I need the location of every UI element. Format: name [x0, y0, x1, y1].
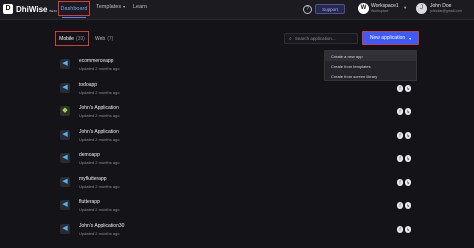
link-icon[interactable]: ↳ [405, 178, 411, 186]
search-icon: ⌕ [289, 35, 292, 42]
list-item[interactable]: ◀ John's Application30 Updated 2 months … [60, 220, 415, 244]
new-application-button[interactable]: New application ▾ [362, 31, 419, 45]
active-tab-indicator [62, 17, 86, 18]
app-name[interactable]: John's Application [79, 129, 119, 135]
support-button[interactable]: Support [315, 4, 345, 14]
app-updated: Updated 2 months ago [79, 136, 120, 142]
workspace-avatar[interactable]: W [358, 3, 369, 14]
help-icon[interactable]: ? [303, 5, 312, 14]
tab-mobile-label: Mobile [59, 35, 74, 42]
user-email: johndoe@gmail.com [430, 9, 462, 13]
nav-dashboard-label: Dashboard [60, 5, 88, 12]
link-icon[interactable]: ↳ [405, 108, 411, 115]
nav-templates-label: Templates [96, 4, 122, 10]
app-name[interactable]: myflutterapp [79, 176, 107, 182]
top-navbar: D DhiWise BETA Dashboard Templates ▾ Lear… [0, 0, 474, 20]
logo-text: DhiWise [16, 4, 48, 14]
beta-badge: BETA [49, 8, 58, 13]
app-tabs-row: Mobile (39) Web (7) ⌕ Search application… [0, 30, 474, 50]
search-placeholder: Search application... [294, 36, 336, 41]
chevron-down-icon: ▾ [409, 35, 412, 41]
support-label: Support [322, 6, 338, 12]
flutter-icon: ◀ [60, 129, 70, 140]
flutter-icon: ◀ [60, 200, 70, 210]
language-badge: f [397, 225, 403, 233]
tab-web-label: Web [95, 35, 106, 42]
app-name[interactable]: ecommerceapp [79, 58, 113, 64]
language-badge: f [397, 84, 403, 92]
search-input[interactable]: ⌕ Search application... [284, 33, 358, 44]
list-item[interactable]: ◆ John's Application Updated 2 months ag… [60, 102, 415, 126]
nav-learn-label: Learn [133, 4, 148, 10]
app-name[interactable]: John's Application30 [79, 223, 124, 229]
tab-mobile[interactable]: Mobile (39) [55, 31, 89, 46]
nav-learn[interactable]: Learn [133, 4, 147, 10]
app-name[interactable]: todoapp [79, 82, 97, 88]
workspace-chevron-icon[interactable]: ▾ [404, 5, 406, 11]
language-badge: f [397, 155, 403, 162]
logo-mark-icon: D [3, 4, 13, 14]
menu-item-create-from-screen-library[interactable]: Create from screen library [325, 71, 416, 81]
list-item[interactable]: ◀ myflutterapp Updated 2 months ago f ↳ [60, 173, 415, 197]
link-icon[interactable]: ↳ [405, 202, 411, 209]
chevron-down-icon: ▾ [123, 4, 126, 9]
user-avatar[interactable]: J [416, 3, 427, 14]
flutter-icon: ◀ [60, 153, 70, 163]
flutter-icon: ◀ [60, 82, 70, 93]
app-updated: Updated 2 months ago [79, 160, 120, 165]
list-item[interactable]: ◀ flutterapp Updated 2 months ago f ↳ [60, 196, 415, 220]
menu-item-create-new-app[interactable]: Create a new app [325, 51, 416, 61]
app-updated: Updated 2 months ago [79, 66, 120, 71]
list-item[interactable]: ◀ todoapp Updated 2 months ago f ↳ [60, 79, 415, 103]
application-list: ◀ ecommerceapp Updated 2 months ago f ↳ … [60, 55, 415, 243]
flutter-icon: ◀ [60, 59, 70, 69]
app-name[interactable]: John's Application [79, 105, 119, 111]
language-badge: f [397, 131, 403, 139]
link-icon[interactable]: ↳ [405, 131, 411, 139]
link-icon[interactable]: ↳ [405, 225, 411, 233]
nav-dashboard[interactable]: Dashboard [58, 1, 90, 16]
link-icon[interactable]: ↳ [405, 84, 411, 92]
workspace-subtitle: Workspace [371, 9, 389, 13]
language-badge: f [397, 202, 403, 209]
language-badge: f [397, 178, 403, 186]
app-updated: Updated 2 months ago [79, 183, 120, 189]
app-updated: Updated 2 months ago [79, 113, 120, 118]
new-application-label: New application [369, 35, 406, 41]
language-badge: f [397, 108, 403, 115]
app-updated: Updated 2 months ago [79, 89, 120, 95]
app-updated: Updated 2 months ago [79, 230, 120, 236]
nav-templates[interactable]: Templates ▾ [96, 4, 125, 10]
link-icon[interactable]: ↳ [405, 155, 411, 162]
app-name[interactable]: flutterapp [79, 199, 100, 205]
list-item[interactable]: ◀ demoapp Updated 2 months ago f ↳ [60, 149, 415, 173]
app-updated: Updated 2 months ago [79, 207, 120, 212]
app-name[interactable]: demoapp [79, 152, 100, 158]
dhiwise-logo[interactable]: D DhiWise BETA [3, 3, 57, 15]
flutter-icon: ◀ [60, 223, 70, 234]
flutter-icon: ◀ [60, 176, 70, 187]
list-item[interactable]: ◀ John's Application Updated 2 months ag… [60, 126, 415, 150]
tab-web[interactable]: Web (7) [95, 31, 113, 46]
tab-web-count: (7) [107, 35, 114, 42]
tab-mobile-count: (39) [75, 35, 85, 42]
menu-item-create-from-templates[interactable]: Create from templates [325, 61, 416, 71]
android-icon: ◆ [60, 106, 70, 116]
new-application-dropdown: Create a new app Create from templates C… [324, 50, 417, 81]
